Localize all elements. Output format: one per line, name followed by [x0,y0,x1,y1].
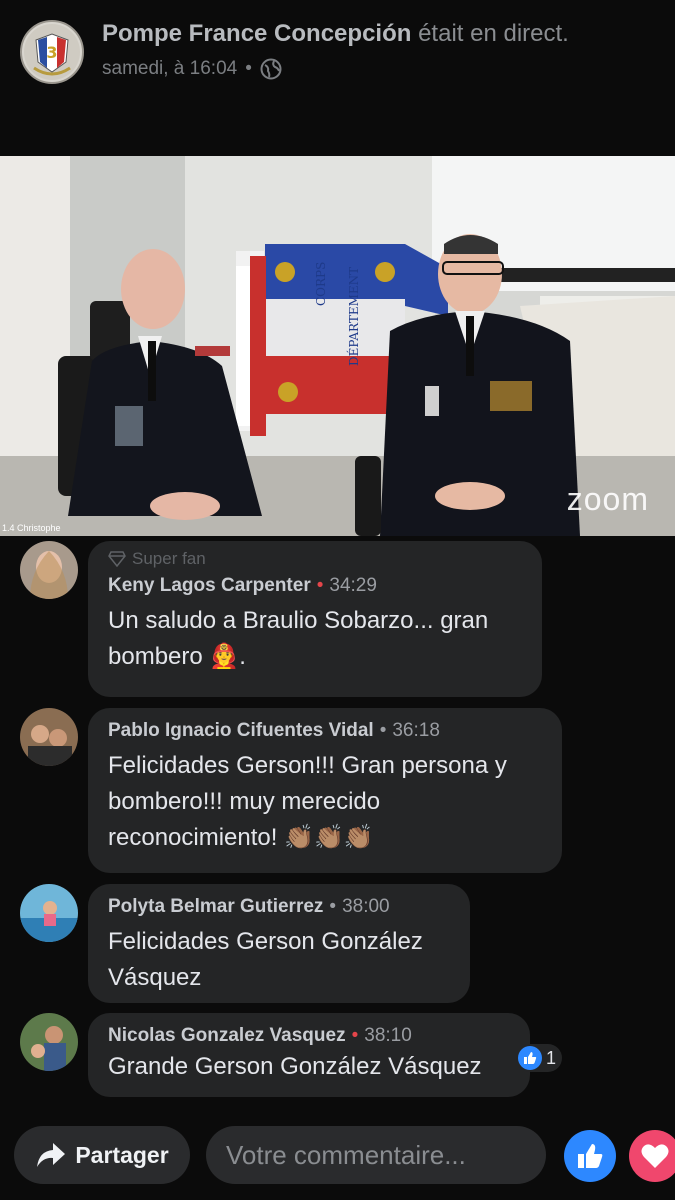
post-meta: samedi, à 16:04 • [102,58,282,80]
zoom-watermark: zoom [566,481,649,517]
commenter-avatar[interactable] [20,1013,78,1071]
post-title: Pompe France Concepción était en direct. [102,20,569,48]
live-video-player[interactable]: CORPS DÉPARTEMENT 1.4 Christophe zoom [0,156,675,536]
comment-input[interactable]: Votre commentaire... [206,1126,546,1184]
commenter-avatar[interactable] [20,541,78,599]
meta-separator: • [245,58,252,79]
reaction-badge[interactable]: 1 [516,1044,563,1072]
commenter-name[interactable]: Polyta Belmar Gutierrez [108,896,323,917]
commenter-avatar[interactable] [20,884,78,942]
commenter-avatar[interactable] [20,708,78,766]
share-arrow-icon [35,1141,67,1169]
comment-bubble[interactable]: Pablo Ignacio Cifuentes Vidal • 36:18 Feli… [88,708,562,873]
love-reaction-button[interactable] [629,1130,675,1182]
svg-text:CORPS: CORPS [314,262,328,306]
live-dot: • [316,575,324,596]
post-header: 3 Pompe France Concepción était en direc… [0,0,675,156]
comment-text-line: Felicidades Gerson!!! Gran persona y [108,752,507,779]
commenter-name[interactable]: Nicolas Gonzalez Vasquez [108,1025,346,1046]
svg-text:3: 3 [46,43,57,62]
comment-placeholder: Votre commentaire... [226,1139,466,1170]
reaction-count: 1 [546,1047,557,1068]
super-fan-badge: Super fan [108,549,522,569]
page-avatar[interactable]: 3 [20,20,84,84]
share-label: Partager [75,1141,169,1168]
like-icon [518,1046,542,1070]
comment-time[interactable]: 38:10 [364,1025,412,1046]
comment-text-line: bombero 👨‍🚒. [108,643,246,670]
comment-time[interactable]: 38:00 [342,896,390,917]
commenter-name[interactable]: Pablo Ignacio Cifuentes Vidal [108,720,374,741]
svg-text:DÉPARTEMENT: DÉPARTEMENT [346,267,361,366]
heart-icon [641,1143,669,1169]
comment-bubble[interactable]: Polyta Belmar Gutierrez • 38:00 Felicidade… [88,884,470,1003]
diamond-icon [108,551,126,567]
thumbs-up-icon [576,1142,604,1170]
commenter-name[interactable]: Keny Lagos Carpenter [108,575,311,596]
comment-header: Polyta Belmar Gutierrez • 38:00 [108,896,450,918]
post-timestamp[interactable]: samedi, à 16:04 [102,58,237,80]
comment-text: Un saludo a Braulio Sobarzo... gran bomb… [108,603,522,675]
meta-dot: • [379,720,387,741]
comment-header: Nicolas Gonzalez Vasquez • 38:10 [108,1025,510,1047]
comment-text-line: reconocimiento! 👏🏽👏🏽👏🏽 [108,824,374,851]
video-frame: CORPS DÉPARTEMENT [0,156,675,536]
comment-header: Keny Lagos Carpenter • 34:29 [108,575,522,597]
globe-icon [260,58,282,80]
live-status-text: était en direct. [418,20,569,47]
like-reaction-button[interactable] [564,1130,616,1182]
comment-text-line: Vásquez [108,964,202,991]
comment-text: Grande Gerson González Vásquez [108,1049,510,1085]
comment-text: Felicidades Gerson!!! Gran persona y bom… [108,748,542,856]
comment-text-line: bombero!!! muy merecido [108,788,381,815]
super-fan-label: Super fan [132,549,206,568]
participant-label: 1.4 Christophe [2,523,61,533]
share-button[interactable]: Partager [14,1126,190,1184]
comment-text-line: Grande Gerson González Vásquez [108,1053,482,1080]
comment-bubble[interactable]: Nicolas Gonzalez Vasquez • 38:10 Grande Ge… [88,1013,530,1097]
bottom-action-bar: Partager Votre commentaire... [0,1120,675,1200]
comment-text-line: Un saludo a Braulio Sobarzo... gran [108,607,489,634]
comment-text-line: Felicidades Gerson González [108,928,423,955]
comment-time[interactable]: 36:18 [392,720,440,741]
live-dot: • [351,1025,359,1046]
page-name-link[interactable]: Pompe France Concepción [102,20,411,47]
comment-time[interactable]: 34:29 [329,575,377,596]
comment-bubble[interactable]: Super fan Keny Lagos Carpenter • 34:29 Un … [88,541,542,697]
comment-header: Pablo Ignacio Cifuentes Vidal • 36:18 [108,720,542,742]
meta-dot: • [329,896,337,917]
comment-text: Felicidades Gerson González Vásquez [108,924,450,996]
